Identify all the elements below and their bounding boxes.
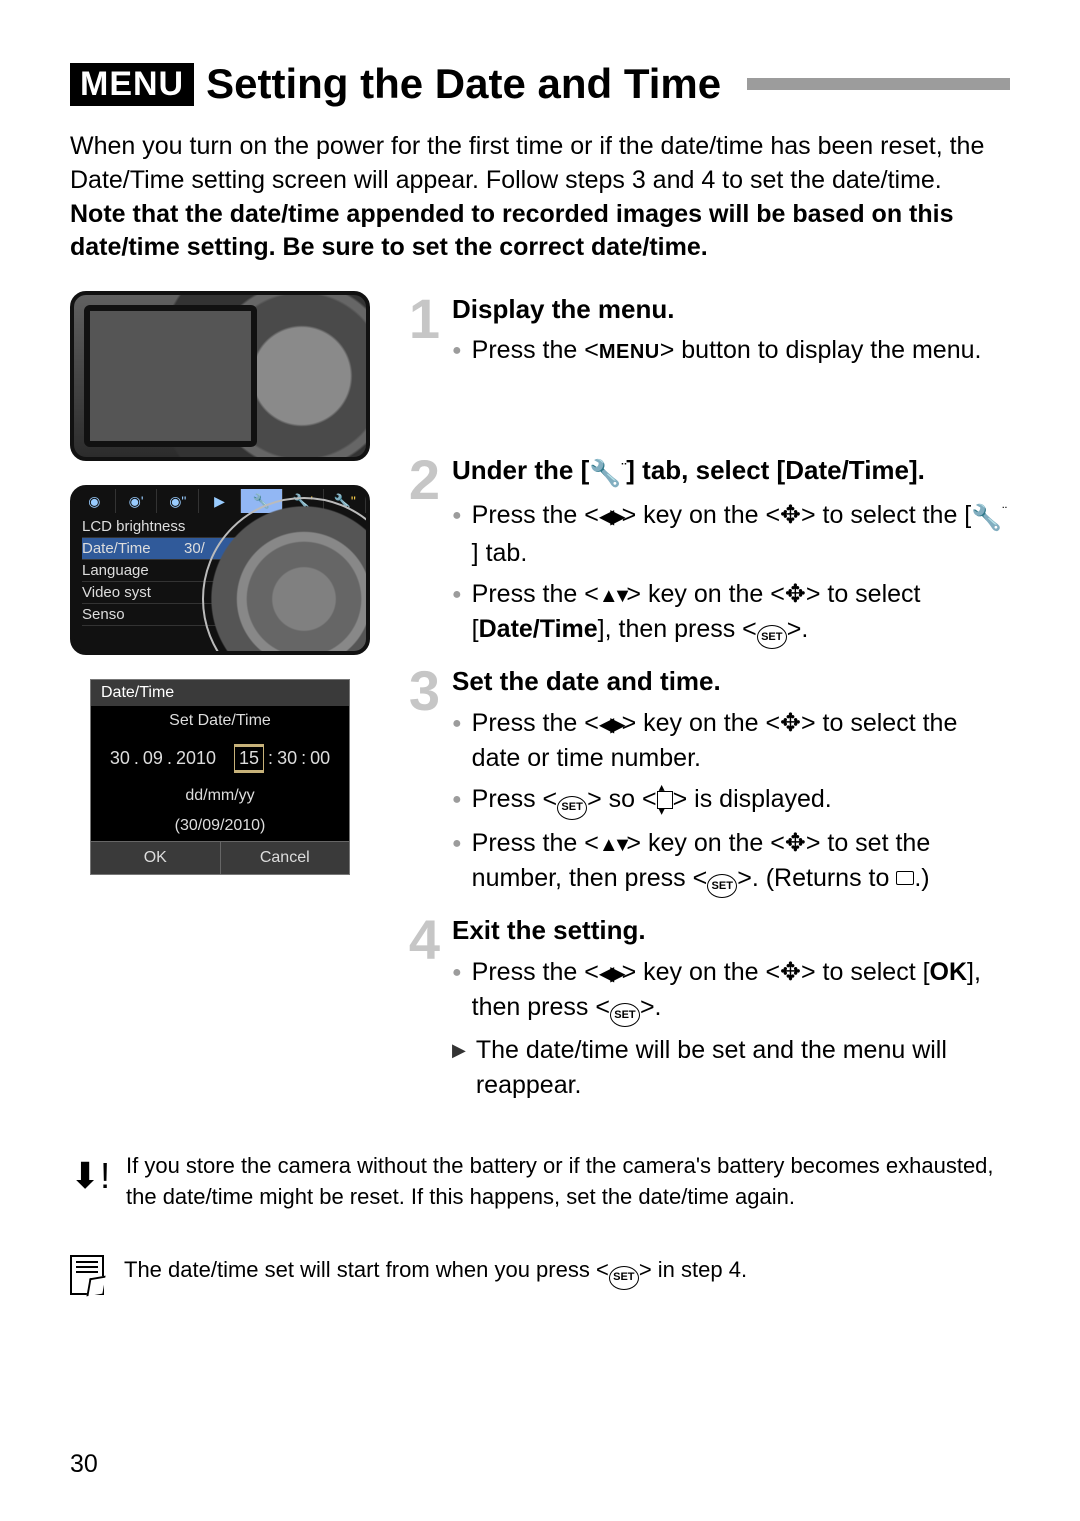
- info-note-text: The date/time set will start from when y…: [124, 1255, 747, 1295]
- dt-paren: (30/09/2010): [91, 811, 349, 841]
- set-button-icon: SET: [557, 796, 587, 820]
- intro-text: When you turn on the power for the first…: [70, 130, 1010, 265]
- step-2-bullet-2: Press the <▲▼> key on the <✥> to select …: [452, 577, 1010, 650]
- cross-key-icon: ✥: [780, 958, 801, 986]
- step-4-number: 4: [400, 912, 440, 1109]
- step-4-bullet-1: Press the <◀▶> key on the <✥> to select …: [452, 955, 1010, 1028]
- step-4-bullet-2: The date/time will be set and the menu w…: [452, 1033, 1010, 1103]
- step-4-title: Exit the setting.: [452, 912, 1010, 948]
- menu-button-icon: MENU: [599, 341, 660, 363]
- wrench-tab-icon: 🔧¨: [971, 501, 1007, 536]
- menu-item-datetime: Date/Time: [82, 540, 151, 557]
- up-down-key-icon: ▲▼: [599, 582, 627, 610]
- step-4: 4 Exit the setting. Press the <◀▶> key o…: [400, 912, 1010, 1109]
- caution-note: ⬇︎! If you store the camera without the …: [70, 1151, 1010, 1213]
- set-button-icon: SET: [609, 1266, 639, 1290]
- step-1-bullet-1: Press the <MENU> button to display the m…: [452, 333, 1010, 368]
- step-3: 3 Set the date and time. Press the <◀▶> …: [400, 663, 1010, 904]
- dt-set-label: Set Date/Time: [91, 706, 349, 736]
- datetime-dialog-thumbnail: Date/Time Set Date/Time 30. 09. 2010 15:…: [90, 679, 350, 875]
- cross-key-icon: ✥: [780, 709, 801, 737]
- menu-badge: MENU: [70, 63, 194, 106]
- camera-back-thumbnail: [70, 291, 370, 461]
- step-2-number: 2: [400, 452, 440, 655]
- page-number: 30: [70, 1450, 98, 1479]
- step-3-bullet-3: Press the <▲▼> key on the <✥> to set the…: [452, 826, 1010, 899]
- caution-icon: ⬇︎!: [70, 1151, 106, 1213]
- heading-rule: [747, 78, 1010, 90]
- step-1-number: 1: [400, 291, 440, 374]
- wrench-tab-icon: 🔧¨: [589, 455, 626, 491]
- info-note: The date/time set will start from when y…: [70, 1255, 1010, 1295]
- step-3-bullet-2: Press <SET> so <> is displayed.: [452, 782, 1010, 820]
- intro-p1: When you turn on the power for the first…: [70, 130, 1010, 198]
- cross-key-icon: ✥: [785, 829, 806, 857]
- caution-note-text: If you store the camera without the batt…: [126, 1151, 1010, 1213]
- left-right-key-icon: ◀▶: [599, 503, 622, 531]
- dt-cancel-button: Cancel: [220, 841, 350, 874]
- left-right-key-icon: ◀▶: [599, 711, 622, 739]
- page-heading: MENU Setting the Date and Time: [70, 60, 1010, 108]
- dt-ok-button: OK: [91, 841, 220, 874]
- up-down-key-icon: ▲▼: [599, 831, 627, 859]
- dt-highlighted-hour: 15: [234, 744, 264, 773]
- step-3-title: Set the date and time.: [452, 663, 1010, 699]
- set-button-icon: SET: [757, 625, 787, 649]
- step-3-number: 3: [400, 663, 440, 904]
- step-3-bullet-1: Press the <◀▶> key on the <✥> to select …: [452, 706, 1010, 776]
- step-2-title: Under the [🔧¨] tab, select [Date/Time].: [452, 452, 1010, 491]
- set-button-icon: SET: [610, 1003, 640, 1027]
- cross-key-icon: ✥: [780, 501, 801, 529]
- field-box-icon: [896, 871, 914, 885]
- dt-header: Date/Time: [91, 680, 349, 706]
- intro-p2: Note that the date/time appended to reco…: [70, 198, 1010, 266]
- left-right-key-icon: ◀▶: [599, 960, 622, 988]
- set-button-icon: SET: [707, 874, 737, 898]
- step-2-bullet-1: Press the <◀▶> key on the <✥> to select …: [452, 498, 1010, 571]
- step-1-title: Display the menu.: [452, 291, 1010, 327]
- cross-key-icon: ✥: [785, 580, 806, 608]
- updown-field-icon: [657, 791, 673, 809]
- heading-title: Setting the Date and Time: [206, 60, 721, 108]
- step-2: 2 Under the [🔧¨] tab, select [Date/Time]…: [400, 452, 1010, 655]
- step-1: 1 Display the menu. Press the <MENU> but…: [400, 291, 1010, 374]
- menu-screen-thumbnail: ◉◉'◉"▶ 🔧🔧'🔧" LCD brightness Date/Time 30…: [70, 485, 370, 655]
- note-page-icon: [70, 1255, 104, 1295]
- dt-format: dd/mm/yy: [91, 781, 349, 811]
